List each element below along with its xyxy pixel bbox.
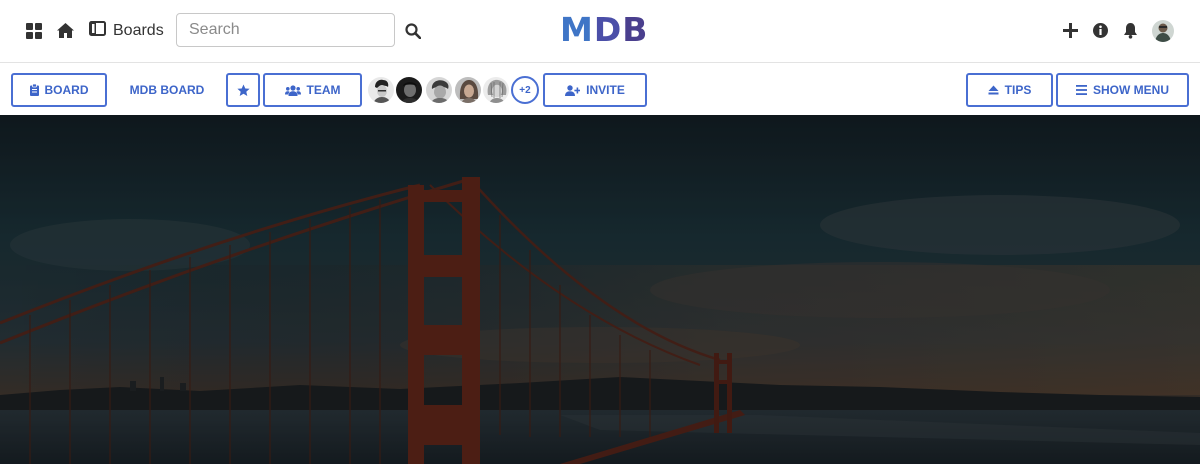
eject-icon [988, 85, 999, 95]
user-plus-icon [565, 84, 581, 96]
top-navbar: Boards MDB [0, 0, 1200, 63]
board-background-image [0, 115, 1200, 464]
info-icon[interactable] [1093, 23, 1108, 38]
board-toolbar: Board MDB Board Team [0, 64, 1200, 115]
board-name[interactable]: MDB Board [121, 73, 213, 107]
board-button[interactable]: Board [11, 73, 107, 107]
team-button[interactable]: Team [263, 73, 362, 107]
menu-icon [1076, 85, 1087, 95]
mdb-logo[interactable]: MDB [560, 10, 648, 50]
boards-link[interactable]: Boards [89, 20, 164, 42]
home-icon[interactable] [56, 22, 75, 39]
show-menu-button[interactable]: Show menu [1056, 73, 1189, 107]
grid-icon[interactable] [26, 23, 42, 39]
star-button[interactable] [226, 73, 260, 107]
plus-icon[interactable] [1063, 23, 1078, 38]
user-avatar[interactable] [1152, 20, 1174, 42]
member-avatar[interactable] [395, 76, 423, 104]
search-input[interactable] [176, 13, 395, 47]
tips-button-label: Tips [1004, 83, 1032, 97]
more-members-badge[interactable]: +2 [511, 76, 539, 104]
users-icon [284, 84, 301, 96]
board-button-label: Board [44, 83, 89, 97]
invite-button[interactable]: Invite [543, 73, 647, 107]
invite-button-label: Invite [586, 83, 625, 97]
bell-icon[interactable] [1123, 22, 1138, 39]
member-avatar[interactable] [367, 76, 395, 104]
clipboard-icon [29, 84, 39, 96]
boards-icon [89, 21, 106, 41]
member-avatar[interactable] [482, 76, 510, 104]
boards-label: Boards [113, 22, 164, 39]
member-avatar[interactable] [454, 76, 482, 104]
search-icon[interactable] [405, 23, 421, 39]
show-menu-button-label: Show menu [1093, 83, 1169, 97]
tips-button[interactable]: Tips [966, 73, 1053, 107]
member-avatar[interactable] [425, 76, 453, 104]
team-button-label: Team [306, 83, 341, 97]
star-icon [236, 84, 250, 97]
